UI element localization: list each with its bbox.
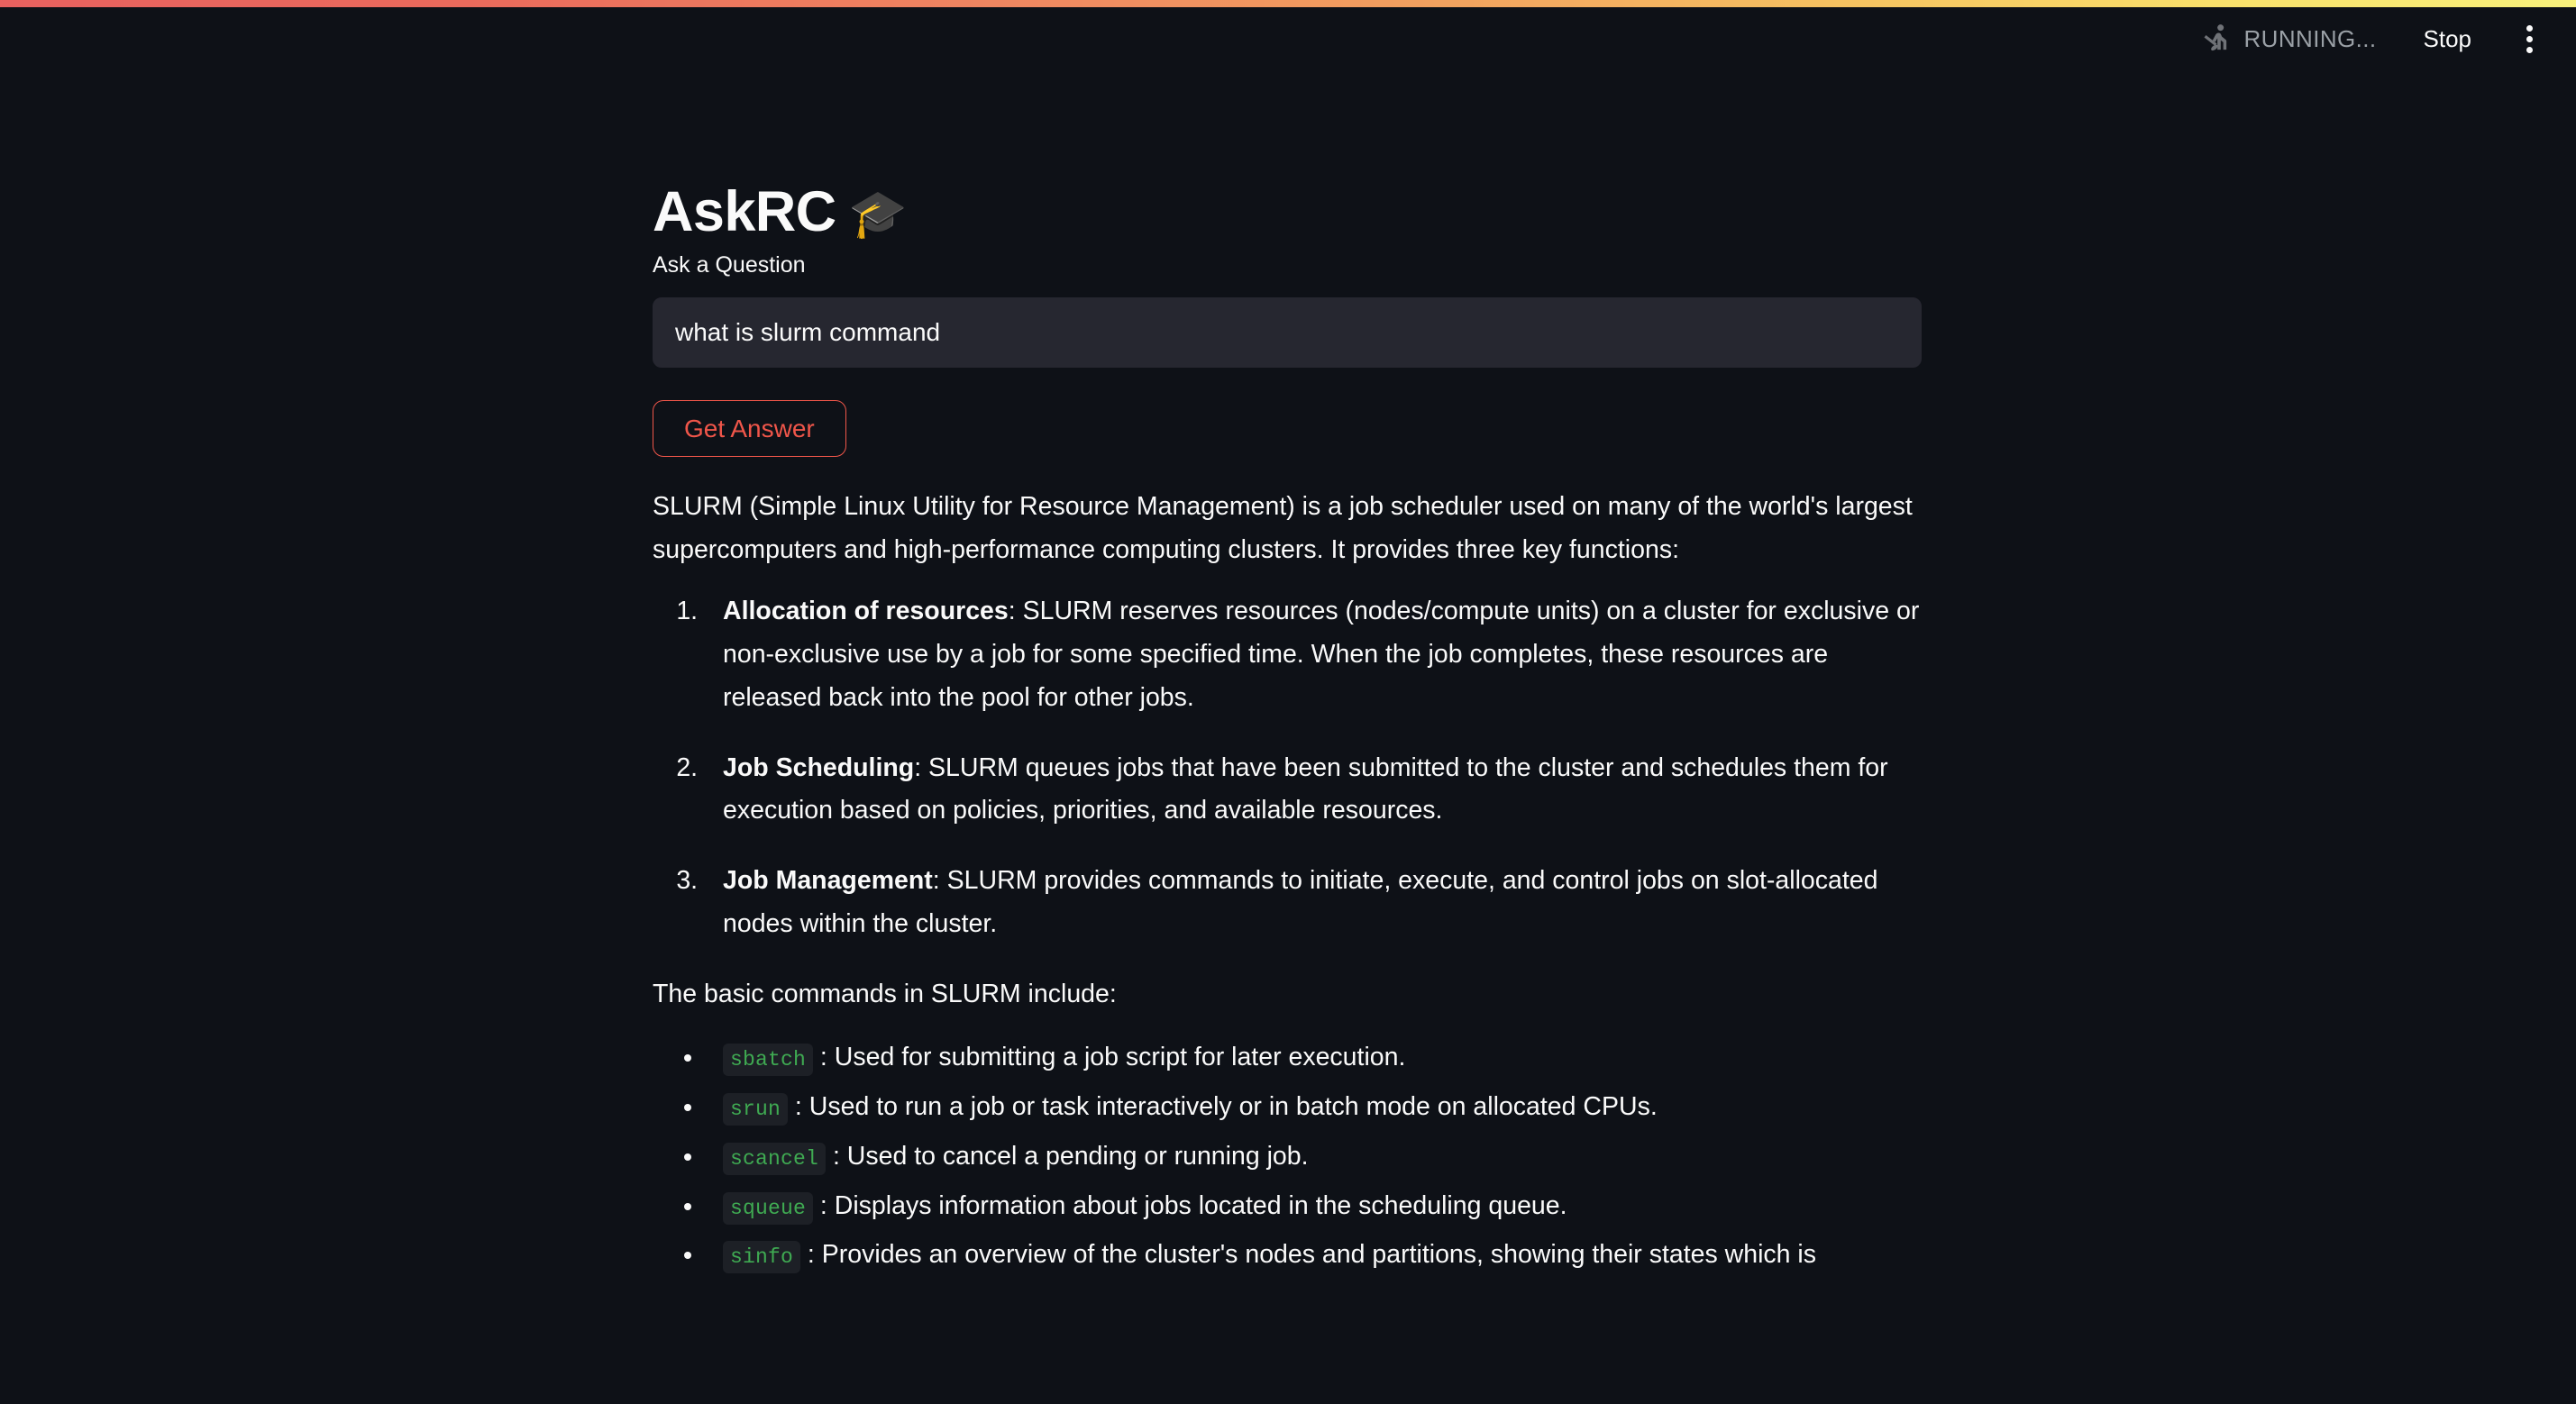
page-title: AskRC 🎓 — [653, 178, 1925, 247]
answer-intro-paragraph: SLURM (Simple Linux Utility for Resource… — [653, 492, 1913, 565]
command-list-item: squeue : Displays information about jobs… — [705, 1185, 1925, 1228]
question-input[interactable] — [653, 296, 1922, 368]
command-list-item: sinfo : Provides an overview of the clus… — [705, 1234, 1925, 1277]
three-dot-menu-icon[interactable] — [2509, 19, 2549, 59]
menu-dot — [2526, 24, 2533, 32]
key-function-item: Job Management: SLURM provides commands … — [705, 860, 1925, 946]
command-description: : Displays information about jobs locate… — [813, 1190, 1567, 1220]
menu-dot — [2526, 46, 2533, 53]
app-accent-gradient-bar — [0, 0, 2576, 7]
answer-key-functions-list: Allocation of resources: SLURM reserves … — [653, 590, 1925, 946]
command-description: : Used to run a job or task interactivel… — [788, 1091, 1658, 1121]
key-function-item: Job Scheduling: SLURM queues jobs that h… — [705, 747, 1925, 834]
command-list-item: srun : Used to run a job or task interac… — [705, 1086, 1925, 1129]
main-container: AskRC 🎓 Ask a Question Get Answer SLURM … — [0, 0, 2576, 1404]
stop-button[interactable]: Stop — [2415, 20, 2481, 59]
command-code-span: sbatch — [723, 1043, 814, 1076]
command-list-item: scancel : Used to cancel a pending or ru… — [705, 1135, 1925, 1179]
key-function-term: Job Management — [723, 866, 933, 896]
graduation-cap-icon: 🎓 — [848, 187, 908, 241]
answer-commands-lead-in: The basic commands in SLURM include: — [653, 980, 1117, 1009]
key-function-term: Allocation of resources — [723, 596, 1009, 625]
key-function-item: Allocation of resources: SLURM reserves … — [705, 590, 1925, 720]
command-list-item: sbatch : Used for submitting a job scrip… — [705, 1036, 1925, 1080]
page-title-text: AskRC — [653, 180, 836, 243]
answer-body: SLURM (Simple Linux Utility for Resource… — [653, 486, 1925, 1277]
command-description: : Used to cancel a pending or running jo… — [826, 1141, 1309, 1171]
command-code-span: srun — [723, 1092, 789, 1126]
running-man-icon — [2197, 19, 2237, 59]
command-description: : Provides an overview of the cluster's … — [800, 1240, 1817, 1270]
key-function-term: Job Scheduling — [723, 752, 915, 782]
content-column: AskRC 🎓 Ask a Question Get Answer SLURM … — [653, 0, 1925, 1283]
command-code-span: scancel — [723, 1142, 827, 1175]
command-description: : Used for submitting a job script for l… — [813, 1042, 1406, 1071]
status-toolbar: RUNNING... Stop — [2197, 7, 2576, 70]
command-code-span: squeue — [723, 1191, 814, 1225]
question-input-label: Ask a Question — [653, 251, 806, 278]
running-status-text: RUNNING... — [2243, 24, 2377, 52]
command-code-span: sinfo — [723, 1241, 801, 1274]
get-answer-button[interactable]: Get Answer — [653, 399, 846, 458]
menu-dot — [2526, 35, 2533, 42]
slurm-command-list: sbatch : Used for submitting a job scrip… — [653, 1036, 1925, 1277]
